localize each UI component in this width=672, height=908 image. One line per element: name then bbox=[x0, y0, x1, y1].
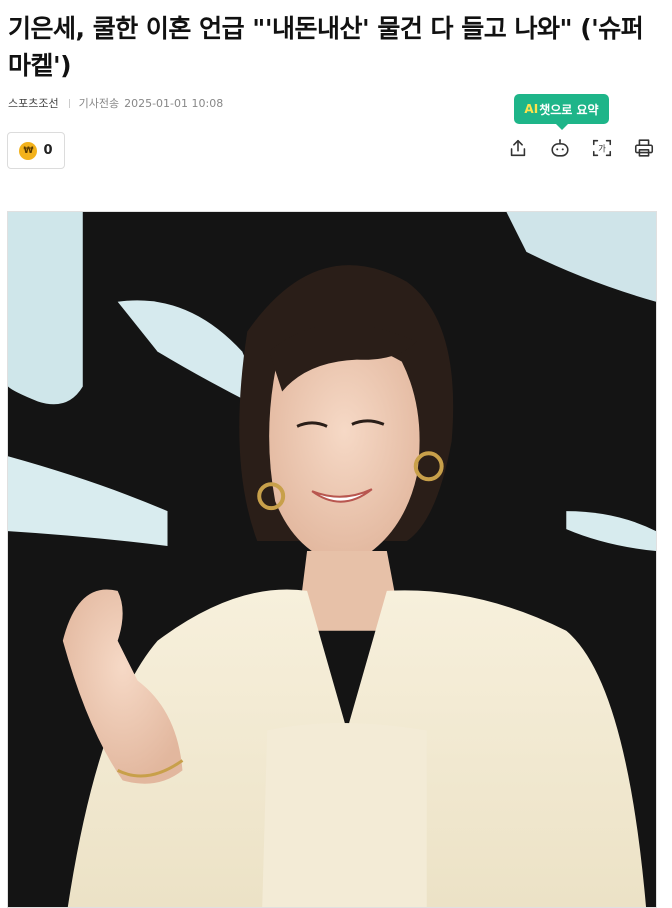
ai-chat-button[interactable] bbox=[546, 134, 574, 162]
ai-summary-tooltip[interactable]: AI 챗으로 요약 bbox=[514, 94, 609, 130]
article-date: 2025-01-01 10:08 bbox=[124, 96, 224, 110]
article-headline: 기은세, 쿨한 이혼 언급 "'내돈내산' 물건 다 들고 나와" ('슈퍼마켙… bbox=[8, 14, 644, 80]
text-size-glyph: 가 bbox=[598, 144, 606, 154]
meta-divider bbox=[68, 98, 70, 108]
article-meta: 스포츠조선 기사전송 2025-01-01 10:08 bbox=[8, 95, 223, 111]
article-toolbar: 가 bbox=[490, 134, 658, 162]
print-icon bbox=[634, 139, 654, 157]
reaction-count: 0 bbox=[43, 143, 53, 158]
ai-chat-bot-icon bbox=[551, 139, 569, 157]
share-icon bbox=[510, 139, 526, 157]
date-label: 기사전송 bbox=[78, 97, 120, 110]
text-size-icon: 가 bbox=[592, 139, 612, 157]
ai-label: AI bbox=[524, 102, 539, 116]
text-size-button[interactable]: 가 bbox=[588, 134, 616, 162]
article-photo[interactable] bbox=[7, 211, 657, 908]
article-photo-image bbox=[8, 212, 656, 907]
print-button[interactable] bbox=[630, 134, 658, 162]
ai-summary-label: 챗으로 요약 bbox=[539, 102, 599, 117]
reaction-button[interactable]: ₩ 0 bbox=[7, 132, 65, 169]
share-button[interactable] bbox=[504, 134, 532, 162]
press-name[interactable]: 스포츠조선 bbox=[8, 95, 59, 111]
coin-icon: ₩ bbox=[19, 141, 38, 160]
